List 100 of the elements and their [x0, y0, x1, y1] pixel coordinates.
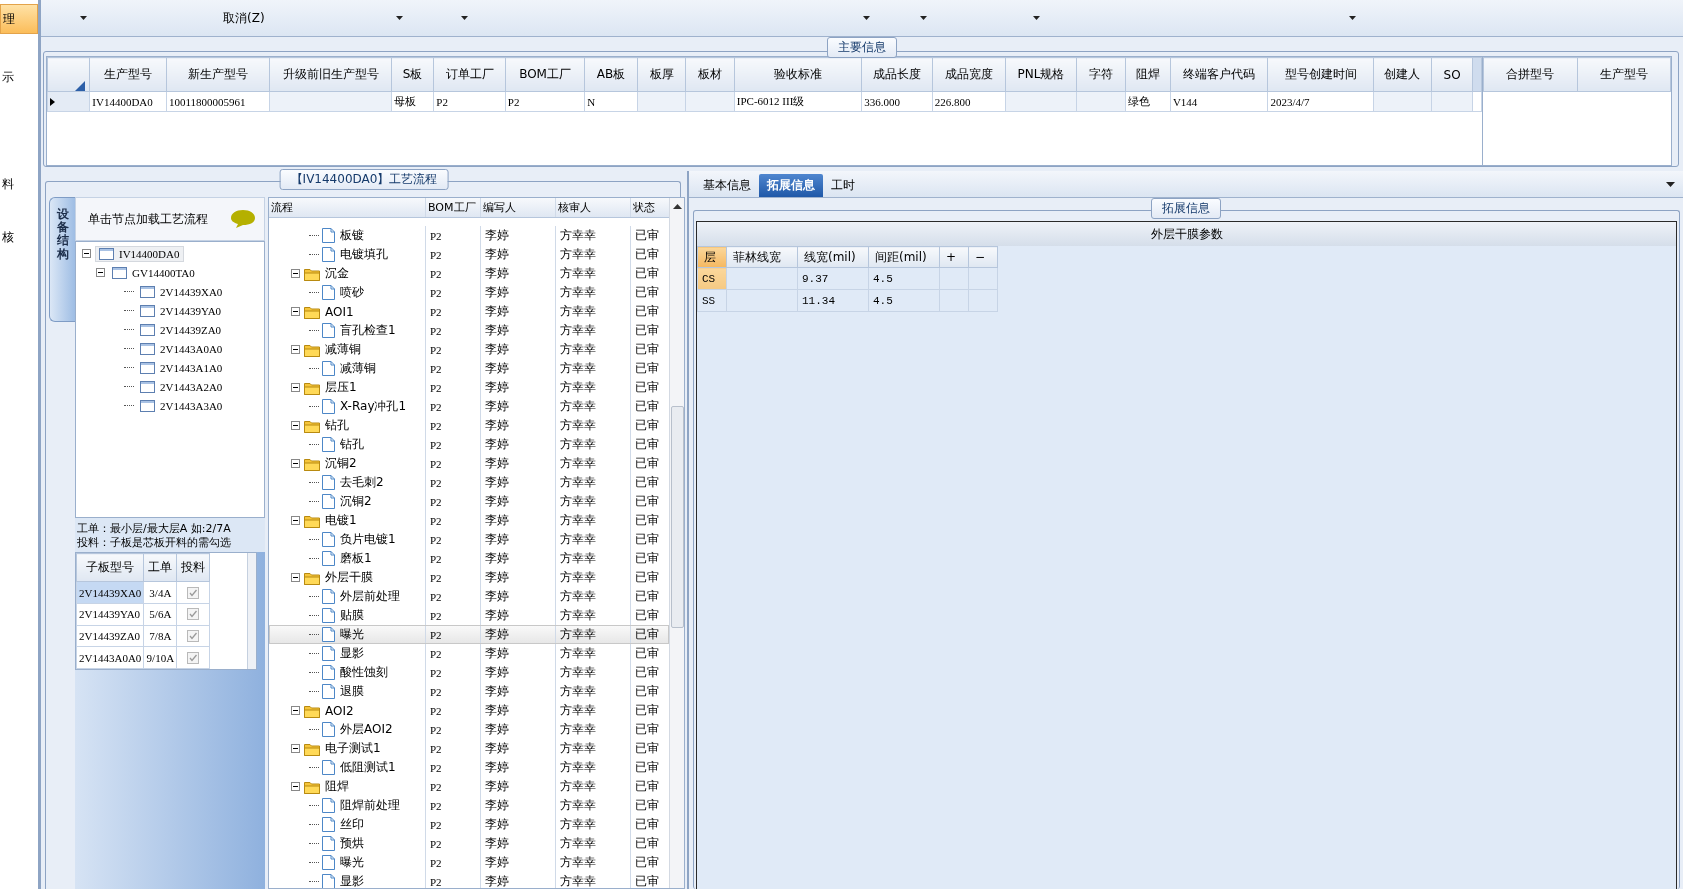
- collapse-icon[interactable]: [291, 383, 300, 392]
- table-row[interactable]: 沉金 P2 李婷 方幸幸 已审: [269, 264, 669, 283]
- table-row[interactable]: 曝光 P2 李婷 方幸幸 已审: [269, 625, 669, 644]
- column-header[interactable]: 生产型号: [1577, 57, 1671, 92]
- table-row[interactable]: 钻孔 P2 李婷 方幸幸 已审: [269, 416, 669, 435]
- collapse-icon[interactable]: [291, 573, 300, 582]
- table-row[interactable]: 电镀1 P2 李婷 方幸幸 已审: [269, 511, 669, 530]
- tree-node[interactable]: GV14400TA0: [109, 265, 198, 280]
- column-header[interactable]: SO: [1431, 57, 1473, 92]
- collapse-icon[interactable]: [291, 307, 300, 316]
- column-header[interactable]: 子板型号: [76, 553, 144, 582]
- nav-item[interactable]: 核: [0, 223, 38, 251]
- table-row[interactable]: 低阻测试1 P2 李婷 方幸幸 已审: [269, 758, 669, 777]
- column-header[interactable]: −: [968, 246, 998, 268]
- column-header[interactable]: 型号创建时间: [1267, 57, 1374, 92]
- table-cell[interactable]: 2V14439ZA0: [76, 625, 144, 647]
- tree-node[interactable]: 2V1443A2A0: [137, 379, 226, 394]
- tree-node[interactable]: IV14400DA0: [95, 245, 184, 262]
- column-header[interactable]: 终端客户代码: [1170, 57, 1268, 92]
- column-header[interactable]: 间距(mil): [868, 246, 940, 268]
- column-header[interactable]: 合拼型号: [1483, 57, 1577, 92]
- table-row[interactable]: 钻孔 P2 李婷 方幸幸 已审: [269, 435, 669, 454]
- table-row[interactable]: 阻焊前处理 P2 李婷 方幸幸 已审: [269, 796, 669, 815]
- column-header[interactable]: 菲林线宽: [726, 246, 798, 268]
- column-header[interactable]: 生产型号: [89, 57, 167, 92]
- tab[interactable]: 基本信息: [695, 174, 759, 197]
- row-header[interactable]: [47, 91, 90, 112]
- table-row[interactable]: 显影 P2 李婷 方幸幸 已审: [269, 644, 669, 663]
- column-header[interactable]: 成品长度: [861, 57, 933, 92]
- dropdown-caret-icon[interactable]: [80, 16, 87, 20]
- tree-node[interactable]: 2V14439YA0: [137, 303, 225, 318]
- nav-item[interactable]: 料: [0, 170, 38, 198]
- tree-node[interactable]: 2V14439XA0: [137, 284, 226, 299]
- table-row[interactable]: 退膜 P2 李婷 方幸幸 已审: [269, 682, 669, 701]
- column-header[interactable]: 线宽(mil): [797, 246, 869, 268]
- tab[interactable]: 工时: [823, 174, 863, 197]
- column-header[interactable]: +: [939, 246, 969, 268]
- table-row[interactable]: 外层AOI2 P2 李婷 方幸幸 已审: [269, 720, 669, 739]
- table-row[interactable]: 减薄铜 P2 李婷 方幸幸 已审: [269, 340, 669, 359]
- dropdown-caret-icon[interactable]: [920, 16, 927, 20]
- cancel-button[interactable]: 取消(Z): [223, 7, 265, 29]
- column-header[interactable]: 板厚: [637, 57, 686, 92]
- side-tab[interactable]: 设备结构: [49, 197, 75, 322]
- table-row[interactable]: 沉铜2 P2 李婷 方幸幸 已审: [269, 492, 669, 511]
- table-row[interactable]: 板镀 P2 李婷 方幸幸 已审: [269, 226, 669, 245]
- table-row[interactable]: 曝光 P2 李婷 方幸幸 已审: [269, 853, 669, 872]
- collapse-icon[interactable]: [291, 706, 300, 715]
- scrollbar[interactable]: [247, 553, 256, 669]
- scroll-up-icon[interactable]: [672, 204, 682, 209]
- tree-node[interactable]: 2V1443A1A0: [137, 360, 226, 375]
- tree-node[interactable]: 2V1443A0A0: [137, 341, 226, 356]
- collapse-icon[interactable]: [291, 782, 300, 791]
- table-row[interactable]: 电子测试1 P2 李婷 方幸幸 已审: [269, 739, 669, 758]
- column-header[interactable]: 状态: [631, 198, 669, 217]
- collapse-icon[interactable]: [291, 421, 300, 430]
- table-row[interactable]: 层压1 P2 李婷 方幸幸 已审: [269, 378, 669, 397]
- select-all-corner-icon[interactable]: [75, 81, 86, 91]
- tree-node[interactable]: 2V14439ZA0: [137, 322, 225, 337]
- collapse-icon[interactable]: [291, 269, 300, 278]
- column-header[interactable]: PNL规格: [1005, 57, 1077, 92]
- collapse-icon[interactable]: [82, 249, 91, 258]
- column-header[interactable]: 阻焊: [1125, 57, 1171, 92]
- column-header[interactable]: AB板: [584, 57, 638, 92]
- table-row[interactable]: 外层前处理 P2 李婷 方幸幸 已审: [269, 587, 669, 606]
- table-row[interactable]: 阻焊 P2 李婷 方幸幸 已审: [269, 777, 669, 796]
- column-header[interactable]: 板材: [685, 57, 735, 92]
- column-header[interactable]: 核审人: [556, 198, 631, 217]
- checkbox[interactable]: [187, 629, 200, 642]
- tab[interactable]: 拓展信息: [759, 174, 823, 197]
- table-row[interactable]: 电镀填孔 P2 李婷 方幸幸 已审: [269, 245, 669, 264]
- table-row[interactable]: 喷砂 P2 李婷 方幸幸 已审: [269, 283, 669, 302]
- table-row[interactable]: 显影 P2 李婷 方幸幸 已审: [269, 872, 669, 888]
- table-row[interactable]: 盲孔检查1 P2 李婷 方幸幸 已审: [269, 321, 669, 340]
- table-cell[interactable]: 2V1443A0A0: [76, 646, 144, 669]
- table-row[interactable]: 外层干膜 P2 李婷 方幸幸 已审: [269, 568, 669, 587]
- column-header[interactable]: BOM工厂: [426, 198, 481, 217]
- dropdown-caret-icon[interactable]: [863, 16, 870, 20]
- table-row[interactable]: 预烘 P2 李婷 方幸幸 已审: [269, 834, 669, 853]
- column-header[interactable]: 投料: [176, 553, 210, 582]
- table-row[interactable]: AOI2 P2 李婷 方幸幸 已审: [269, 701, 669, 720]
- tree-node[interactable]: 2V1443A3A0: [137, 398, 226, 413]
- dropdown-caret-icon[interactable]: [1666, 181, 1675, 187]
- table-row[interactable]: 磨板1 P2 李婷 方幸幸 已审: [269, 549, 669, 568]
- table-row[interactable]: 酸性蚀刻 P2 李婷 方幸幸 已审: [269, 663, 669, 682]
- table-row[interactable]: 负片电镀1 P2 李婷 方幸幸 已审: [269, 530, 669, 549]
- scrollbar-thumb[interactable]: [670, 406, 684, 628]
- column-header[interactable]: 创建人: [1373, 57, 1432, 92]
- table-row[interactable]: 沉铜2 P2 李婷 方幸幸 已审: [269, 454, 669, 473]
- dropdown-caret-icon[interactable]: [1349, 16, 1356, 20]
- dropdown-caret-icon[interactable]: [461, 16, 468, 20]
- column-header[interactable]: S板: [391, 57, 434, 92]
- collapse-icon[interactable]: [291, 345, 300, 354]
- collapse-icon[interactable]: [291, 516, 300, 525]
- column-header[interactable]: 层: [697, 246, 727, 268]
- column-header[interactable]: BOM工厂: [505, 57, 585, 92]
- table-cell[interactable]: 2V14439XA0: [76, 581, 144, 604]
- dropdown-caret-icon[interactable]: [396, 16, 403, 20]
- table-cell[interactable]: 2V14439YA0: [76, 603, 144, 626]
- checkbox[interactable]: [187, 586, 200, 599]
- checkbox[interactable]: [187, 651, 200, 664]
